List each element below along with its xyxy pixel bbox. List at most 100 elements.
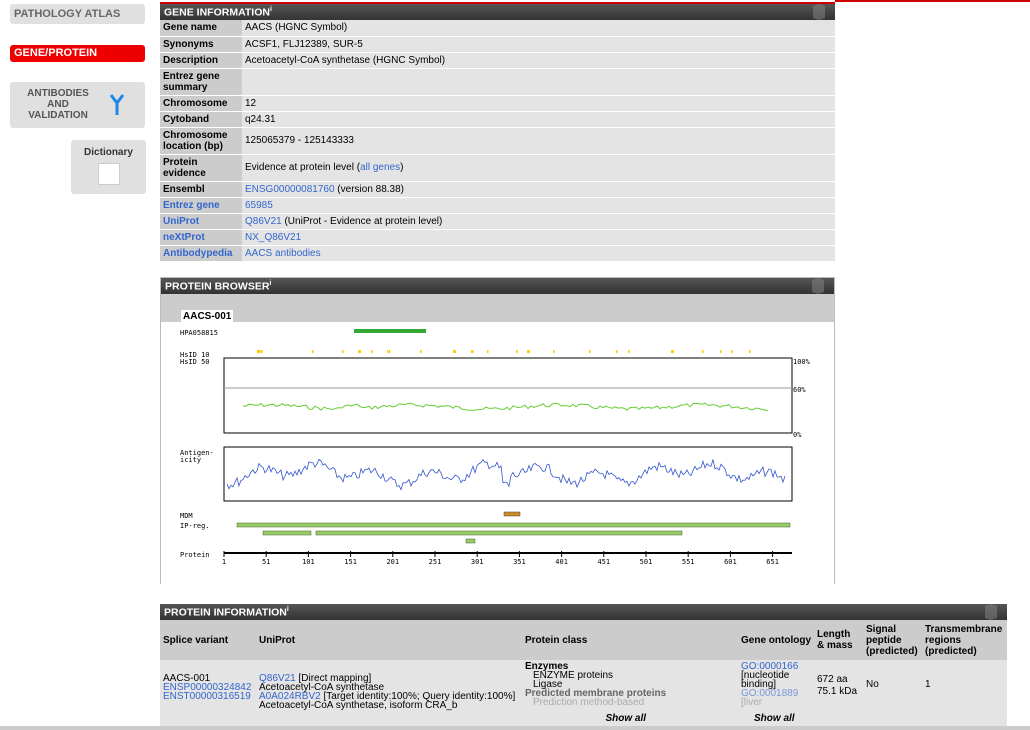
mdm-bar [503, 511, 521, 517]
splice-cell: AACS-001 ENSP00000324842 ENST00000316519 [160, 660, 256, 726]
gene-row-key[interactable]: UniProt [160, 213, 242, 230]
gene-row-key: Protein evidence [160, 154, 242, 182]
axis-tick-label: 301 [471, 558, 484, 566]
gene-value-link[interactable]: NX_Q86V21 [245, 232, 301, 243]
axis-tick-label: 101 [302, 558, 315, 566]
hsid-mark [616, 350, 618, 353]
gene-row: Synonyms ACSF1, FLJ12389, SUR-5 [160, 36, 835, 53]
go-desc-1: [nucleotide binding] [741, 670, 790, 690]
gene-row: Protein evidence Evidence at protein leve… [160, 154, 835, 182]
gene-row-value: ENSG00000081760 (version 88.38) [242, 181, 835, 198]
hsid-mark [312, 350, 314, 353]
gene-value-link[interactable]: Q86V21 [245, 216, 282, 227]
enst-link[interactable]: ENST00000316519 [163, 692, 253, 702]
hsid-mark [589, 350, 591, 353]
dictionary-label: Dictionary [84, 147, 133, 158]
axis-tick-label: 351 [513, 558, 526, 566]
gene-row-key: Description [160, 52, 242, 69]
hsid-mark [671, 350, 674, 353]
hsid-mark [628, 350, 630, 353]
hsid-mark [259, 350, 261, 353]
nav-pathology-atlas[interactable]: PATHOLOGY ATLAS [10, 4, 145, 24]
gene-value-link[interactable]: ENSG00000081760 [245, 184, 335, 195]
hsid-mark [342, 350, 344, 353]
gene-row: Antibodypedia AACS antibodies [160, 245, 835, 262]
hsid-mark [453, 350, 456, 353]
axis-tick-label: 51 [262, 558, 270, 566]
protein-info-row: AACS-001 ENSP00000324842 ENST00000316519… [160, 660, 1007, 726]
gene-value-text: ACSF1, FLJ12389, SUR-5 [245, 38, 363, 50]
protein-mass: 75.1 kDa [817, 686, 858, 697]
go-link-2[interactable]: GO:0001889 [741, 689, 811, 699]
similarity-plot-frame [223, 357, 793, 434]
gene-row: Entrez gene summary [160, 68, 835, 96]
axis-tick-label: 601 [724, 558, 737, 566]
gene-row-key[interactable]: Antibodypedia [160, 245, 242, 262]
protein-browser-toolbar [161, 294, 834, 322]
axis-tick-label: 151 [344, 558, 357, 566]
protein-info-title: PROTEIN INFORMATION [164, 606, 287, 619]
gene-info-title: GENE INFORMATION [164, 6, 270, 19]
transmembrane-cell: 1 [922, 660, 1007, 726]
top-accent-line [835, 0, 1030, 2]
header-decoration-icon [812, 278, 824, 294]
go-show-all[interactable]: Show all [754, 714, 795, 724]
ipreg-bar-1 [236, 522, 791, 528]
ipreg-bar-2 [262, 530, 312, 536]
gene-value-link[interactable]: all genes [360, 162, 400, 173]
protein-information-header: PROTEIN INFORMATIONi [160, 604, 1007, 620]
gene-row-key: Chromosome location (bp) [160, 127, 242, 155]
protein-browser-box: PROTEIN BROWSERi AACS-001 HPA058815 HsID… [160, 277, 835, 584]
axis-tick-label: 401 [555, 558, 568, 566]
hsid-mark [261, 350, 263, 353]
nav-antibodies-validation[interactable]: ANTIBODIES AND VALIDATION [10, 82, 145, 128]
hsid-mark [389, 350, 391, 353]
gene-row: Ensembl ENSG00000081760 (version 88.38) [160, 181, 835, 198]
protein-browser-header: PROTEIN BROWSERi [161, 278, 834, 294]
gene-row-value: 12 [242, 95, 835, 112]
col-signal-peptide: Signal peptide (predicted) [863, 620, 922, 660]
protein-information-table: Splice variant UniProt Protein class Gen… [160, 620, 1007, 726]
hsid-mark [720, 350, 722, 353]
uniprot-desc-2: Acetoacetyl-CoA synthetase, isoform CRA_… [259, 700, 458, 711]
protein-class-show-all[interactable]: Show all [605, 714, 646, 724]
hsid-marks [257, 350, 751, 353]
ipreg-bar-3 [315, 530, 683, 536]
gene-row-key[interactable]: neXtProt [160, 229, 242, 246]
gene-row-value [242, 68, 835, 96]
gene-row-value: q24.31 [242, 111, 835, 128]
gene-row: Chromosome 12 [160, 95, 835, 112]
gene-value-suffix: (version 88.38) [334, 183, 405, 195]
gene-row-key: Ensembl [160, 181, 242, 198]
gene-information-header: GENE INFORMATIONi [160, 4, 835, 20]
axis-tick-label: 451 [597, 558, 610, 566]
col-uniprot: UniProt [256, 620, 522, 660]
gene-row: Entrez gene 65985 [160, 197, 835, 214]
length-mass-cell: 672 aa 75.1 kDa [814, 660, 863, 726]
gene-row-value: NX_Q86V21 [242, 229, 835, 246]
gene-value-link[interactable]: AACS antibodies [245, 248, 321, 259]
nav-gene-protein[interactable]: GENE/PROTEIN [10, 45, 145, 62]
go-desc-2: [liver [741, 697, 763, 708]
gene-row-key: Gene name [160, 20, 242, 37]
nav-antibodies-label: ANTIBODIES AND VALIDATION [27, 88, 89, 121]
gene-row-key: Entrez gene summary [160, 68, 242, 96]
bottom-scrollbar[interactable] [0, 726, 1030, 730]
gene-value-link[interactable]: 65985 [245, 200, 273, 211]
header-decoration-icon [985, 604, 997, 620]
antibody-icon [109, 94, 125, 115]
gene-ontology-cell: GO:0000166 [nucleotide binding] GO:00018… [738, 660, 814, 726]
gene-value-text: AACS (HGNC Symbol) [245, 22, 348, 34]
hsid-mark [731, 350, 733, 353]
header-decoration-icon [813, 4, 825, 20]
gene-value-text: 125065379 - 125143333 [245, 135, 354, 146]
protein-browser-canvas: AACS-001 HPA058815 HsID 10 HsID 50 100% … [161, 310, 834, 584]
col-gene-ontology: Gene ontology [738, 620, 814, 660]
gene-value-text: Evidence at protein level ( [245, 162, 361, 173]
transmembrane-value: 1 [925, 679, 931, 690]
gene-row-value: 65985 [242, 197, 835, 214]
dictionary-button[interactable]: Dictionary [71, 140, 146, 194]
gene-row: Description Acetoacetyl-CoA synthetase (H… [160, 52, 835, 69]
protein-info-header-row: Splice variant UniProt Protein class Gen… [160, 620, 1007, 660]
gene-row-key[interactable]: Entrez gene [160, 197, 242, 214]
